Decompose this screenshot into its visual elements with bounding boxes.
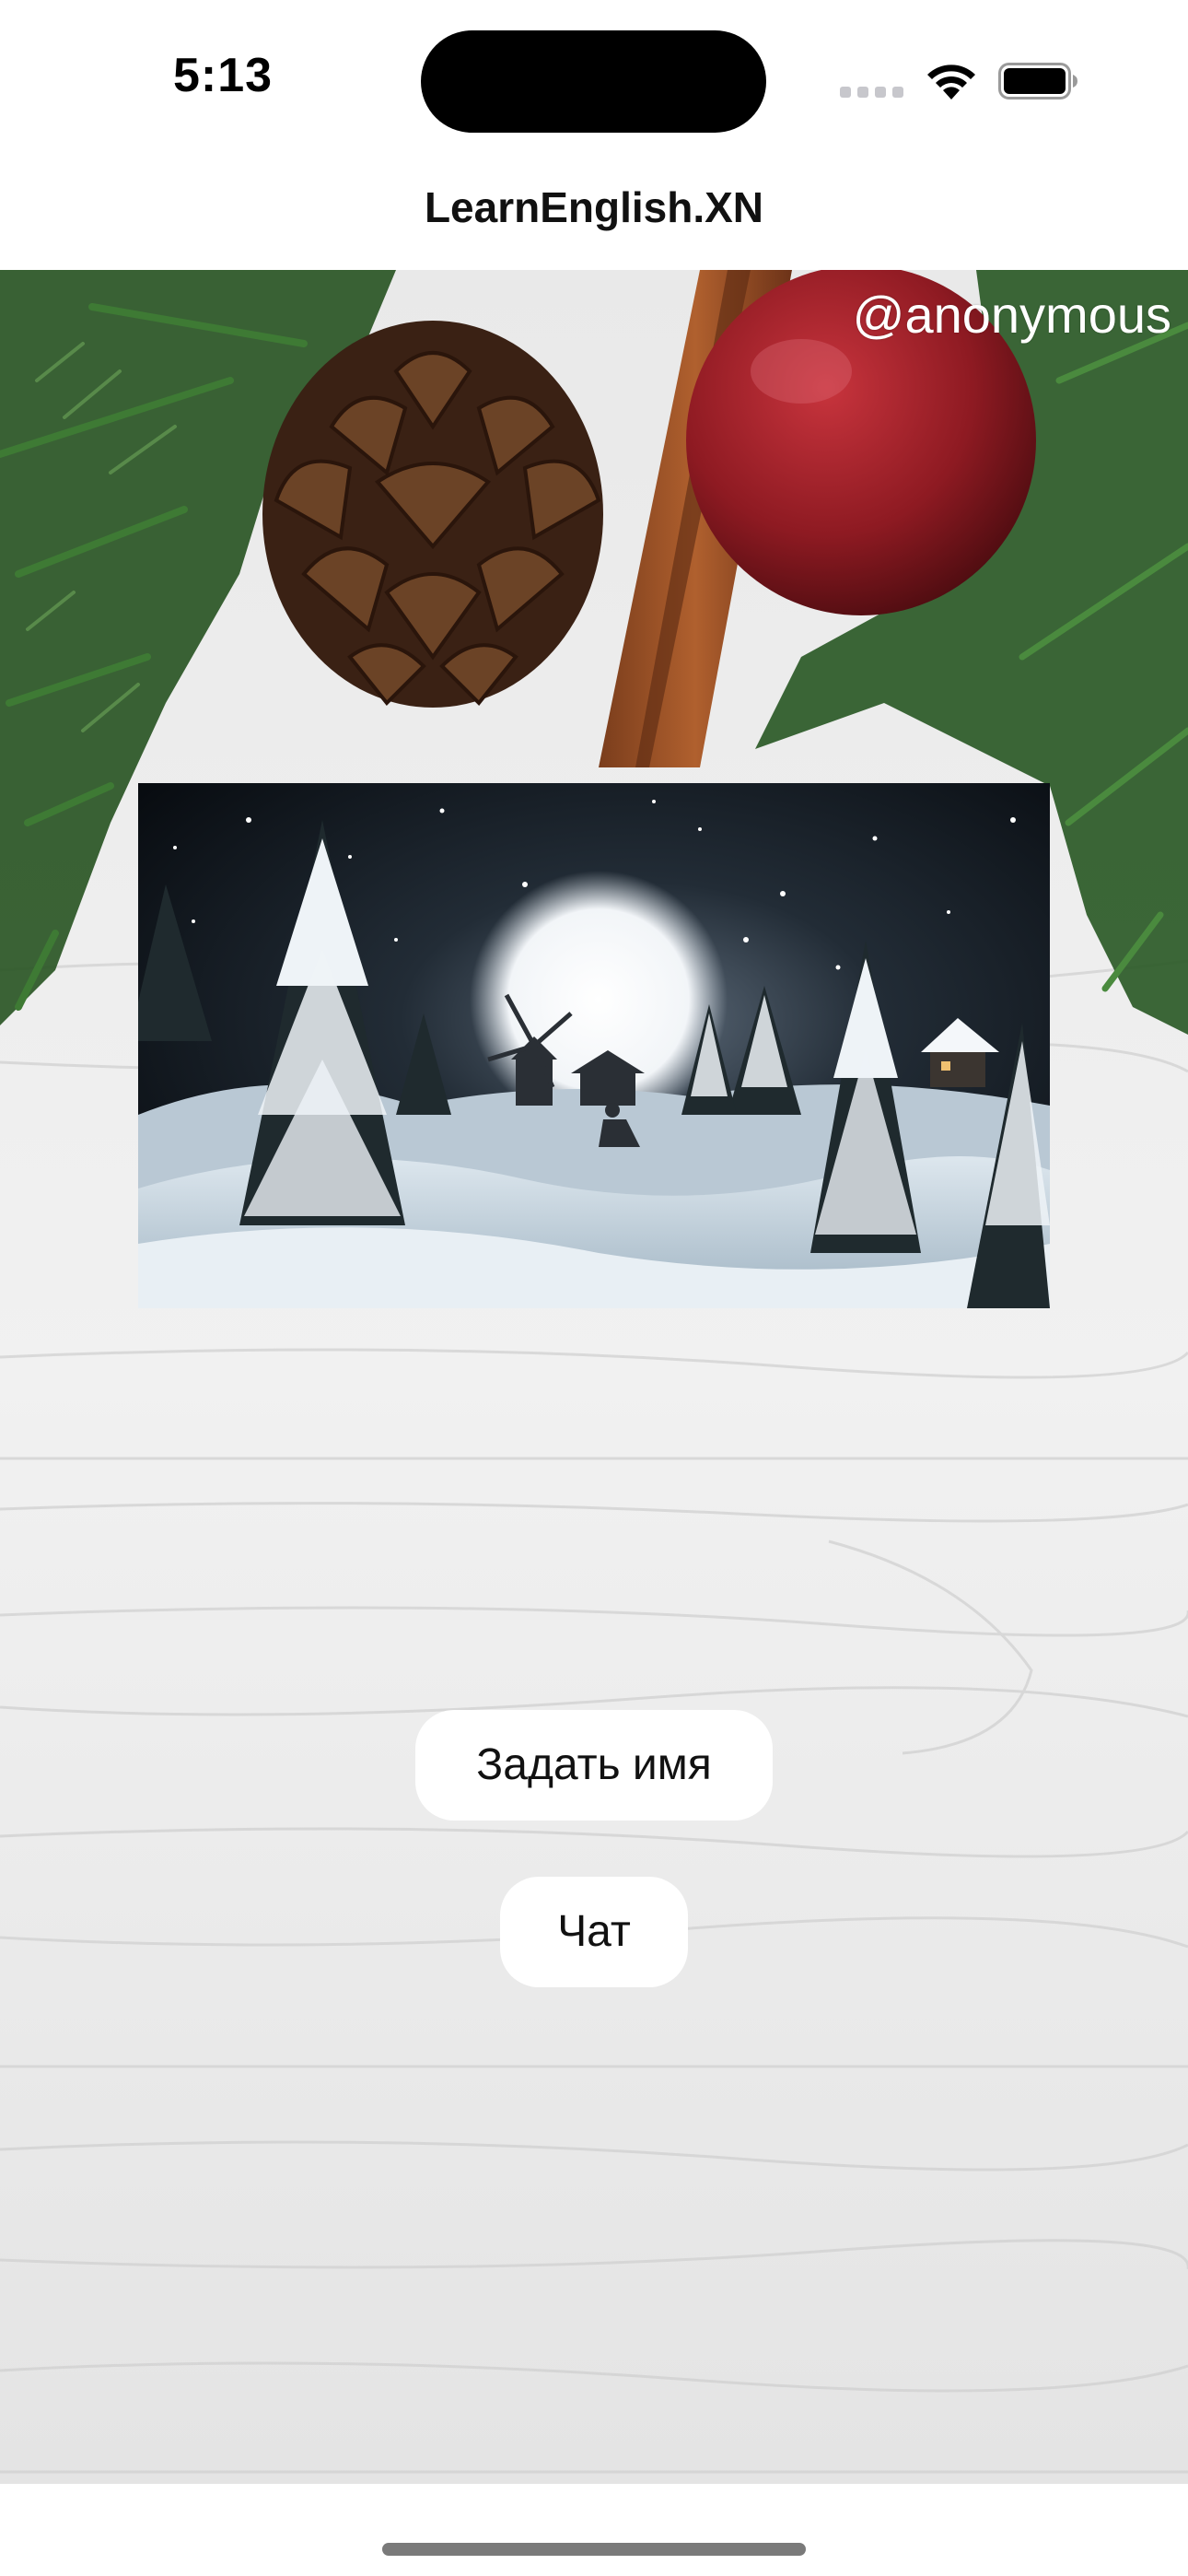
app-screen: 5:13 LearnEnglish.XN @anonymous Задать и… (0, 0, 1188, 2576)
status-icons (840, 55, 1079, 101)
main-content: @anonymous Задать имя Чат (0, 270, 1188, 2484)
winter-scene-image (138, 783, 1050, 1308)
battery-icon (998, 63, 1077, 100)
wifi-icon (927, 64, 975, 100)
home-indicator-area (0, 2484, 1188, 2576)
dynamic-island (421, 30, 766, 133)
page-title: LearnEnglish.XN (424, 183, 764, 231)
navigation-bar: LearnEnglish.XN (0, 147, 1188, 271)
set-name-button[interactable]: Задать имя (415, 1710, 773, 1821)
status-bar: 5:13 (0, 0, 1188, 147)
cellular-signal-icon (840, 87, 904, 98)
home-indicator[interactable] (382, 2543, 806, 2556)
username-label: @anonymous (852, 286, 1171, 344)
wood-background-image (0, 270, 1188, 2484)
status-time: 5:13 (173, 49, 274, 102)
chat-button[interactable]: Чат (500, 1877, 688, 1987)
